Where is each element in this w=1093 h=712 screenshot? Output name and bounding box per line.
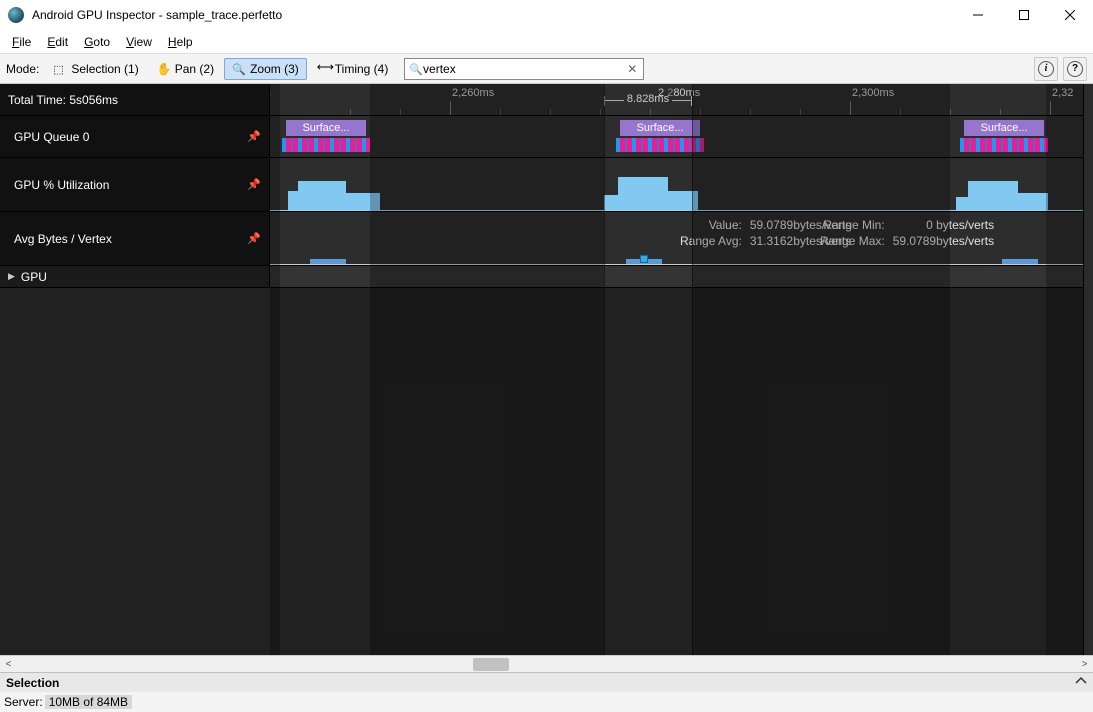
search-input[interactable] <box>423 62 625 76</box>
app-icon <box>8 7 24 23</box>
pin-icon[interactable]: 📌 <box>247 232 261 245</box>
info-button[interactable]: i <box>1034 57 1058 81</box>
surface-block[interactable]: Surface... <box>620 120 700 136</box>
timeline-empty-area[interactable] <box>0 288 1093 655</box>
tooltip-label: Range Min: <box>820 218 885 232</box>
menu-goto[interactable]: Goto <box>76 33 118 51</box>
ruler-tick-label: 2,300ms <box>852 87 894 99</box>
track-body-gpu-group[interactable] <box>270 266 1093 287</box>
hover-marker <box>640 255 648 263</box>
toolbar: Mode: Selection (1) Pan (2) Zoom (3) Tim… <box>0 54 1093 84</box>
selection-icon <box>53 62 67 76</box>
track-header-avg-bytes[interactable]: Avg Bytes / Vertex 📌 <box>0 212 270 265</box>
clear-search-button[interactable]: ✕ <box>625 62 639 76</box>
scroll-track[interactable] <box>17 656 1076 672</box>
surface-block[interactable]: Surface... <box>286 120 366 136</box>
tooltip-value: 59.0789bytes/verts <box>893 234 994 248</box>
expand-panel-icon[interactable] <box>1075 675 1087 690</box>
track-label: GPU <box>21 270 47 284</box>
mode-pan-label: Pan (2) <box>175 62 214 76</box>
window-controls <box>955 0 1093 30</box>
track-header-gpu-group[interactable]: ▶ GPU <box>0 266 270 287</box>
pin-icon[interactable]: 📌 <box>247 130 261 143</box>
selection-span-label: 8.828ms <box>627 93 669 105</box>
mode-zoom-button[interactable]: Zoom (3) <box>224 58 307 80</box>
mode-zoom-label: Zoom (3) <box>250 62 299 76</box>
help-icon: ? <box>1067 61 1083 77</box>
maximize-icon <box>1019 10 1029 20</box>
help-button[interactable]: ? <box>1063 57 1087 81</box>
tooltip-label: Range Max: <box>820 234 885 248</box>
mode-selection-button[interactable]: Selection (1) <box>45 58 146 80</box>
mode-selection-label: Selection (1) <box>71 62 138 76</box>
window-title: Android GPU Inspector - sample_trace.per… <box>32 8 955 22</box>
ruler-body[interactable]: 4ms 2,260ms 2 280ms 2,300ms 2,32 <box>270 84 1093 115</box>
zoom-icon <box>232 62 246 76</box>
queue-stripes <box>616 138 704 152</box>
timing-icon <box>317 62 331 76</box>
menu-file[interactable]: File <box>4 33 39 51</box>
info-icon: i <box>1038 61 1054 77</box>
scroll-left-button[interactable]: < <box>0 656 17 673</box>
track-label: GPU Queue 0 <box>14 130 89 144</box>
surface-block[interactable]: Surface... <box>964 120 1044 136</box>
track-label: GPU % Utilization <box>14 178 109 192</box>
search-box[interactable]: ✕ <box>404 58 644 80</box>
vertical-scrollbar[interactable] <box>1083 84 1093 655</box>
minimize-icon <box>973 10 983 20</box>
status-server-label: Server: <box>4 695 43 709</box>
pin-icon[interactable]: 📌 <box>247 178 261 191</box>
value-tooltip-right: Range Min: 0 bytes/verts Range Max: 59.0… <box>820 218 994 248</box>
minimize-button[interactable] <box>955 0 1001 30</box>
selection-panel-title: Selection <box>6 676 59 690</box>
ruler-tick-label: 2,32 <box>1052 87 1073 99</box>
tooltip-label: Value: <box>680 218 742 232</box>
timeline-panel: Total Time: 5s056ms 4ms 2,260ms 2 280ms … <box>0 84 1093 655</box>
tooltip-label: Range Avg: <box>680 234 742 248</box>
track-body-avg-bytes[interactable]: Value: 59.0789bytes/verts Range Avg: 31.… <box>270 212 1093 265</box>
pan-icon <box>157 62 171 76</box>
track-gpu-queue: GPU Queue 0 📌 Surface... Surface... Surf… <box>0 116 1093 158</box>
ruler-row: Total Time: 5s056ms 4ms 2,260ms 2 280ms … <box>0 84 1093 116</box>
tooltip-value: 0 bytes/verts <box>893 218 994 232</box>
track-header-gpu-queue[interactable]: GPU Queue 0 📌 <box>0 116 270 157</box>
queue-stripes <box>960 138 1048 152</box>
track-header-gpu-util[interactable]: GPU % Utilization 📌 <box>0 158 270 211</box>
menu-view[interactable]: View <box>118 33 160 51</box>
menu-edit[interactable]: Edit <box>39 33 76 51</box>
close-icon <box>1065 10 1075 20</box>
scroll-thumb[interactable] <box>473 658 509 671</box>
scroll-right-button[interactable]: > <box>1076 656 1093 673</box>
titlebar: Android GPU Inspector - sample_trace.per… <box>0 0 1093 30</box>
track-gpu-group: ▶ GPU <box>0 266 1093 288</box>
total-time-header: Total Time: 5s056ms <box>0 84 270 115</box>
selection-range-indicator: 8.828ms <box>604 96 692 106</box>
track-body-gpu-queue[interactable]: Surface... Surface... Surface... <box>270 116 1093 157</box>
status-memory: 10MB of 84MB <box>45 695 132 709</box>
track-label: Avg Bytes / Vertex <box>14 232 112 246</box>
statusbar: Server: 10MB of 84MB <box>0 692 1093 712</box>
ruler-left-label: 4ms <box>270 87 271 99</box>
menubar: File Edit Goto View Help <box>0 30 1093 54</box>
mode-timing-label: Timing (4) <box>335 62 389 76</box>
expand-icon[interactable]: ▶ <box>8 271 15 282</box>
mode-timing-button[interactable]: Timing (4) <box>309 58 397 80</box>
maximize-button[interactable] <box>1001 0 1047 30</box>
menu-help[interactable]: Help <box>160 33 201 51</box>
track-avg-bytes: Avg Bytes / Vertex 📌 Value: 59.0789bytes… <box>0 212 1093 266</box>
track-gpu-util: GPU % Utilization 📌 <box>0 158 1093 212</box>
selection-panel-header[interactable]: Selection <box>0 672 1093 692</box>
close-button[interactable] <box>1047 0 1093 30</box>
mode-label: Mode: <box>6 62 39 76</box>
total-time-label: Total Time: 5s056ms <box>8 93 118 107</box>
mode-pan-button[interactable]: Pan (2) <box>149 58 222 80</box>
horizontal-scrollbar[interactable]: < > <box>0 655 1093 672</box>
search-icon <box>409 61 423 76</box>
queue-stripes <box>282 138 370 152</box>
ruler-tick-label: 2,260ms <box>452 87 494 99</box>
track-body-gpu-util[interactable] <box>270 158 1093 211</box>
